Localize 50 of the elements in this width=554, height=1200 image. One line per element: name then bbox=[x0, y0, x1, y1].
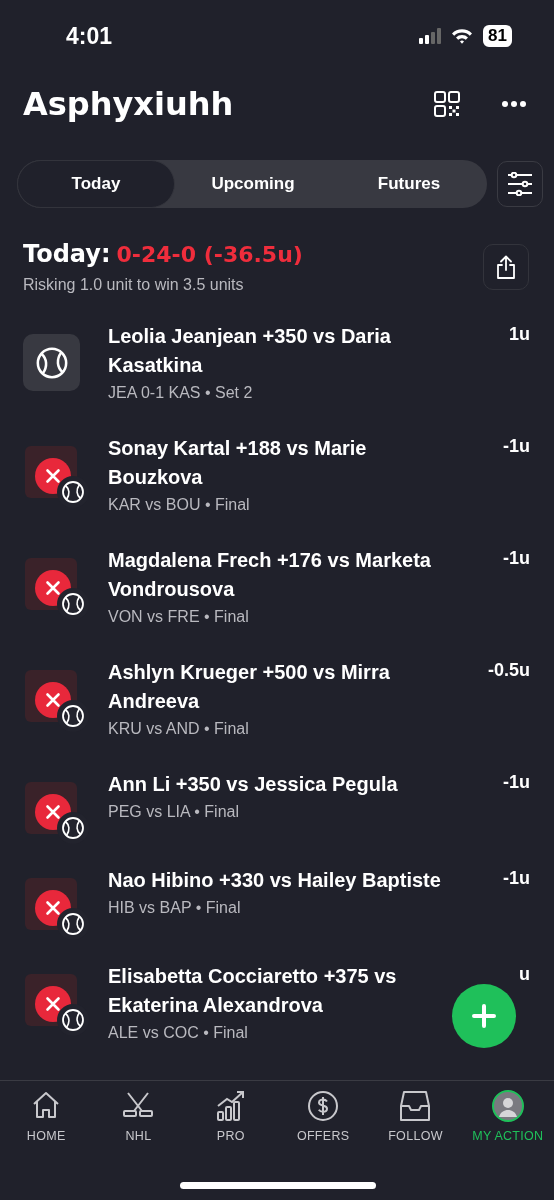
sliders-icon bbox=[507, 172, 533, 196]
bet-title: Leolia Jeanjean +350 vs Daria Kasatkina bbox=[108, 324, 392, 378]
bet-title: Elisabetta Cocciaretto +375 vs Ekaterina Alexandrova bbox=[108, 964, 398, 1018]
bet-title: Magdalena Frech +176 vs Marketa Vondrousova bbox=[108, 548, 432, 602]
battery-indicator: 81 bbox=[483, 25, 512, 47]
bet-units: u bbox=[518, 963, 530, 985]
qr-code-icon[interactable] bbox=[434, 91, 460, 117]
share-icon bbox=[496, 255, 516, 279]
more-options-icon[interactable] bbox=[502, 101, 526, 107]
bar-chart-icon bbox=[214, 1090, 247, 1122]
nav-tab[interactable]: OFFERS bbox=[277, 1089, 370, 1143]
nav-tab[interactable]: HOME bbox=[0, 1089, 93, 1143]
clock-time: 4:01 bbox=[66, 22, 113, 50]
bet-title: Ashlyn Krueger +500 vs Mirra Andreeva bbox=[108, 660, 391, 714]
wifi-icon bbox=[451, 28, 474, 44]
bet-status: HIB vs BAP • Final bbox=[108, 899, 242, 917]
nav-tab[interactable]: NHL bbox=[92, 1089, 185, 1143]
bet-units: -0.5u bbox=[487, 659, 530, 681]
bet-status: VON vs FRE • Final bbox=[108, 608, 250, 626]
bet-status: ALE vs COC • Final bbox=[108, 1024, 249, 1042]
bet-units: -1u bbox=[502, 867, 530, 889]
bet-title: Nao Hibino +330 vs Hailey Baptiste bbox=[108, 868, 442, 893]
signal-icon bbox=[419, 28, 442, 44]
dollar-icon bbox=[307, 1090, 340, 1122]
record-text: 0-24-0 (-36.5u) bbox=[116, 242, 303, 267]
bet-title: Sonay Kartal +188 vs Marie Bouzkova bbox=[108, 436, 368, 490]
bet-status: JEA 0-1 KAS • Set 2 bbox=[108, 384, 254, 402]
tab[interactable]: Upcoming bbox=[175, 160, 331, 208]
tab[interactable]: Today bbox=[17, 160, 175, 208]
bet-units: -1u bbox=[502, 435, 530, 457]
tennis-ball-icon bbox=[34, 345, 69, 380]
bet-title: Ann Li +350 vs Jessica Pegula bbox=[108, 772, 399, 797]
bet-status: PEG vs LIA • Final bbox=[108, 803, 240, 821]
bet-units: -1u bbox=[502, 771, 530, 793]
inbox-tray-icon bbox=[399, 1090, 432, 1122]
bet-status: KAR vs BOU • Final bbox=[108, 496, 251, 514]
nav-tab[interactable]: MY ACTION bbox=[461, 1089, 554, 1143]
profile-name: Asphyxiuhh bbox=[23, 85, 234, 123]
bet-units: -1u bbox=[502, 547, 530, 569]
bet-status: KRU vs AND • Final bbox=[108, 720, 250, 738]
nav-tab[interactable]: FOLLOW bbox=[369, 1089, 462, 1143]
filter-button[interactable] bbox=[497, 161, 543, 207]
plus-icon bbox=[472, 1004, 496, 1028]
tab[interactable]: Futures bbox=[331, 160, 487, 208]
nav-tab[interactable]: PRO bbox=[184, 1089, 277, 1143]
avatar-icon bbox=[491, 1090, 524, 1122]
share-button[interactable] bbox=[483, 244, 529, 290]
bet-units: 1u bbox=[508, 323, 530, 345]
risk-text: Risking 1.0 unit to win 3.5 units bbox=[23, 276, 245, 294]
summary-label: Today: bbox=[23, 240, 111, 268]
